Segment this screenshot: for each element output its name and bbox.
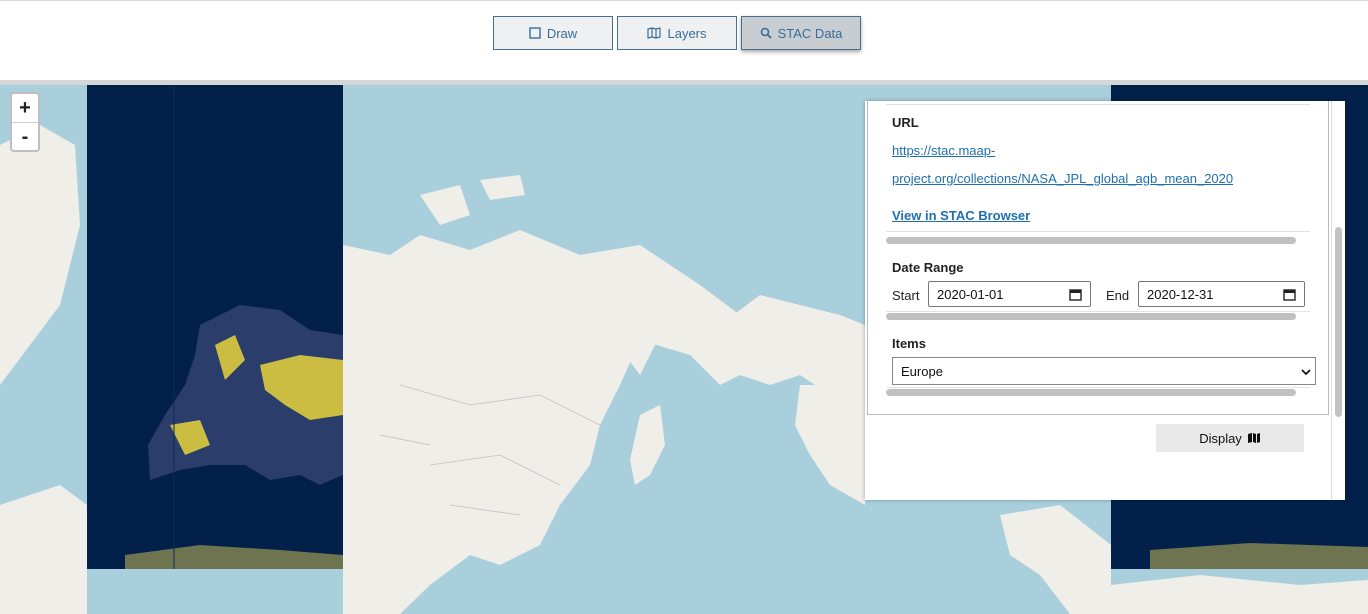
land-arctic-islands	[420, 175, 525, 225]
stac-panel: URL https://stac.maap- project.org/colle…	[865, 101, 1345, 500]
items-selected-value: Europe	[901, 363, 943, 379]
url-heading: URL	[892, 115, 919, 130]
display-button[interactable]: Display	[1156, 424, 1304, 452]
end-date-value: 2020-12-31	[1147, 286, 1214, 302]
stac-browser-link[interactable]: View in STAC Browser	[892, 208, 1030, 223]
divider	[886, 387, 1310, 388]
start-label: Start	[892, 288, 920, 303]
layers-button[interactable]: Layers	[617, 16, 737, 50]
land-right-bottom	[1111, 575, 1368, 614]
end-date-input[interactable]: 2020-12-31	[1138, 281, 1305, 307]
collection-url-link-cont[interactable]: project.org/collections/NASA_JPL_global_…	[892, 171, 1233, 186]
stac-panel-content: URL https://stac.maap- project.org/colle…	[867, 101, 1329, 415]
horizontal-scrollbar[interactable]	[886, 389, 1296, 396]
land-north-america	[795, 385, 865, 505]
search-icon	[760, 27, 772, 39]
draw-button-label: Draw	[546, 25, 578, 41]
vertical-scrollbar[interactable]	[1335, 227, 1342, 417]
zoom-in-button[interactable]: +	[12, 94, 38, 123]
calendar-icon	[1069, 289, 1082, 301]
divider	[886, 311, 1310, 312]
horizontal-scrollbar[interactable]	[886, 237, 1296, 244]
land-alaska	[720, 295, 865, 395]
stac-data-button[interactable]: STAC Data	[741, 16, 861, 50]
draw-button[interactable]: Draw	[493, 16, 613, 50]
chevron-down-icon	[1301, 369, 1311, 376]
land-greenland	[0, 125, 80, 385]
items-select[interactable]: Europe	[892, 357, 1316, 385]
start-date-value: 2020-01-01	[937, 286, 1004, 302]
vertical-scrollbar-track	[1331, 101, 1343, 500]
map-icon	[1247, 433, 1260, 443]
land-japan	[630, 405, 665, 485]
items-heading: Items	[892, 336, 926, 351]
calendar-icon	[1283, 289, 1296, 301]
zoom-control: + -	[10, 92, 40, 152]
land-mexico	[1000, 505, 1111, 614]
divider	[886, 104, 1310, 105]
end-label: End	[1106, 288, 1130, 303]
horizontal-scrollbar[interactable]	[886, 313, 1296, 320]
divider	[886, 231, 1310, 232]
display-button-label: Display	[1199, 430, 1242, 446]
top-toolbar: Draw Layers STAC Data	[0, 0, 1368, 80]
date-range-heading: Date Range	[892, 260, 964, 275]
map-icon	[647, 27, 662, 39]
land-asia	[343, 230, 760, 614]
land-left-bottom	[0, 485, 87, 614]
zoom-out-button[interactable]: -	[12, 123, 38, 151]
square-icon	[529, 27, 541, 39]
layers-button-label: Layers	[667, 25, 707, 41]
collection-url-link[interactable]: https://stac.maap-	[892, 143, 995, 158]
stac-data-button-label: STAC Data	[777, 25, 843, 41]
start-date-input[interactable]: 2020-01-01	[928, 281, 1091, 307]
